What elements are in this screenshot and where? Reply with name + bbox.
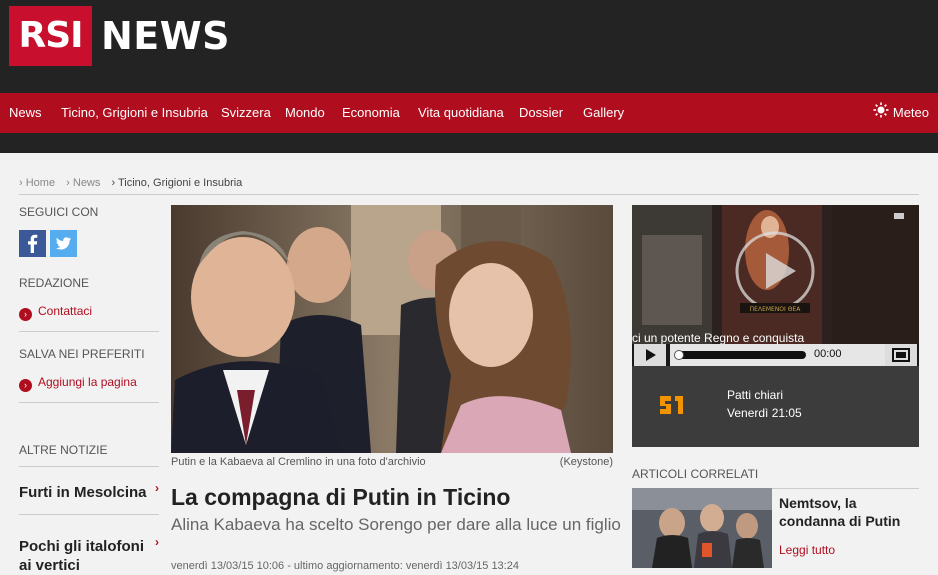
video-player[interactable]: ΠΕΛΕΜΕΝΟΙ ΘΕΑ ci un potente Regno e conq…: [632, 205, 919, 365]
chevron-right-icon: ›: [155, 481, 159, 495]
rsi-logo[interactable]: RSI: [9, 6, 92, 66]
nav-item-dossier[interactable]: Dossier: [519, 93, 563, 133]
subnav-bar: [0, 133, 938, 153]
read-more-link[interactable]: Leggi tutto: [779, 543, 835, 557]
sun-icon: [873, 94, 889, 134]
progress-track: [676, 351, 806, 359]
main-nav: News Ticino, Grigioni e Insubria Svizzer…: [0, 93, 938, 133]
progress-handle[interactable]: [674, 350, 684, 360]
fullscreen-icon[interactable]: [885, 344, 917, 366]
contact-link[interactable]: › Contattaci: [19, 304, 92, 321]
article-photo: [171, 205, 613, 453]
sidebar-divider: [19, 402, 159, 403]
video-time: 00:00: [814, 348, 842, 360]
video-overlay-text: ci un potente Regno e conquista: [632, 331, 805, 345]
breadcrumb: › Home › News › Ticino, Grigioni e Insub…: [19, 177, 250, 189]
follow-label: SEGUICI CON: [19, 205, 99, 219]
program-title: Patti chiari: [727, 388, 784, 402]
more-news-label: ALTRE NOTIZIE: [19, 443, 108, 457]
related-article-title[interactable]: Nemtsov, la condanna di Putin: [779, 494, 919, 530]
la1-channel-logo: [658, 392, 688, 423]
news-item-furti[interactable]: Furti in Mesolcina ›: [19, 481, 159, 502]
program-time: Venerdì 21:05: [727, 406, 802, 420]
photo-credit: (Keystone): [559, 456, 613, 468]
progress-bar[interactable]: 00:00: [670, 344, 885, 366]
nav-item-svizzera[interactable]: Svizzera: [221, 93, 271, 133]
meteo-label: Meteo: [892, 105, 929, 120]
sidebar-divider: [19, 466, 159, 467]
nav-item-ticino[interactable]: Ticino, Grigioni e Insubria: [61, 93, 208, 133]
sidebar-divider: [19, 514, 159, 515]
chevron-right-icon: ›: [19, 308, 32, 321]
photo-caption: Putin e la Kabaeva al Cremlino in una fo…: [171, 456, 613, 468]
article-dateline: venerdì 13/03/15 10:06 - ultimo aggiorna…: [171, 560, 519, 572]
facebook-icon[interactable]: [19, 230, 46, 257]
nav-item-news[interactable]: News: [9, 93, 42, 133]
related-article-photo[interactable]: [632, 488, 772, 568]
play-button[interactable]: [634, 344, 666, 366]
twitter-icon[interactable]: [50, 230, 77, 257]
nav-item-vita-quotidiana[interactable]: Vita quotidiana: [418, 93, 504, 133]
article-subhead: Alina Kabaeva ha scelto Sorengo per dare…: [171, 515, 621, 534]
news-logo-text[interactable]: NEWS: [101, 14, 230, 58]
add-page-link[interactable]: › Aggiungi la pagina: [19, 375, 137, 392]
nav-item-mondo[interactable]: Mondo: [285, 93, 325, 133]
favorites-label: SALVA NEI PREFERITI: [19, 347, 145, 361]
tv-schedule-box[interactable]: Patti chiari Venerdì 21:05: [632, 366, 919, 447]
meteo-link[interactable]: Meteo: [873, 93, 929, 133]
nav-item-gallery[interactable]: Gallery: [583, 93, 624, 133]
video-controls: 00:00: [632, 344, 919, 366]
article-headline: La compagna di Putin in Ticino: [171, 484, 511, 510]
breadcrumb-current: › Ticino, Grigioni e Insubria: [111, 177, 243, 189]
redazione-label: REDAZIONE: [19, 276, 90, 290]
breadcrumb-home[interactable]: › Home: [19, 177, 55, 189]
news-item-italofoni[interactable]: Pochi gli italofoni ai vertici ›: [19, 535, 159, 575]
related-heading: ARTICOLI CORRELATI: [632, 467, 759, 481]
breadcrumb-divider: [19, 194, 919, 195]
sidebar-divider: [19, 331, 159, 332]
breadcrumb-news[interactable]: › News: [66, 177, 100, 189]
chevron-right-icon: ›: [19, 379, 32, 392]
game-logo-text: ΠΕΛΕΜΕΝΟΙ ΘΕΑ: [750, 306, 802, 313]
nav-item-economia[interactable]: Economia: [342, 93, 400, 133]
site-header: RSI NEWS: [0, 0, 938, 93]
chevron-right-icon: ›: [155, 535, 159, 549]
